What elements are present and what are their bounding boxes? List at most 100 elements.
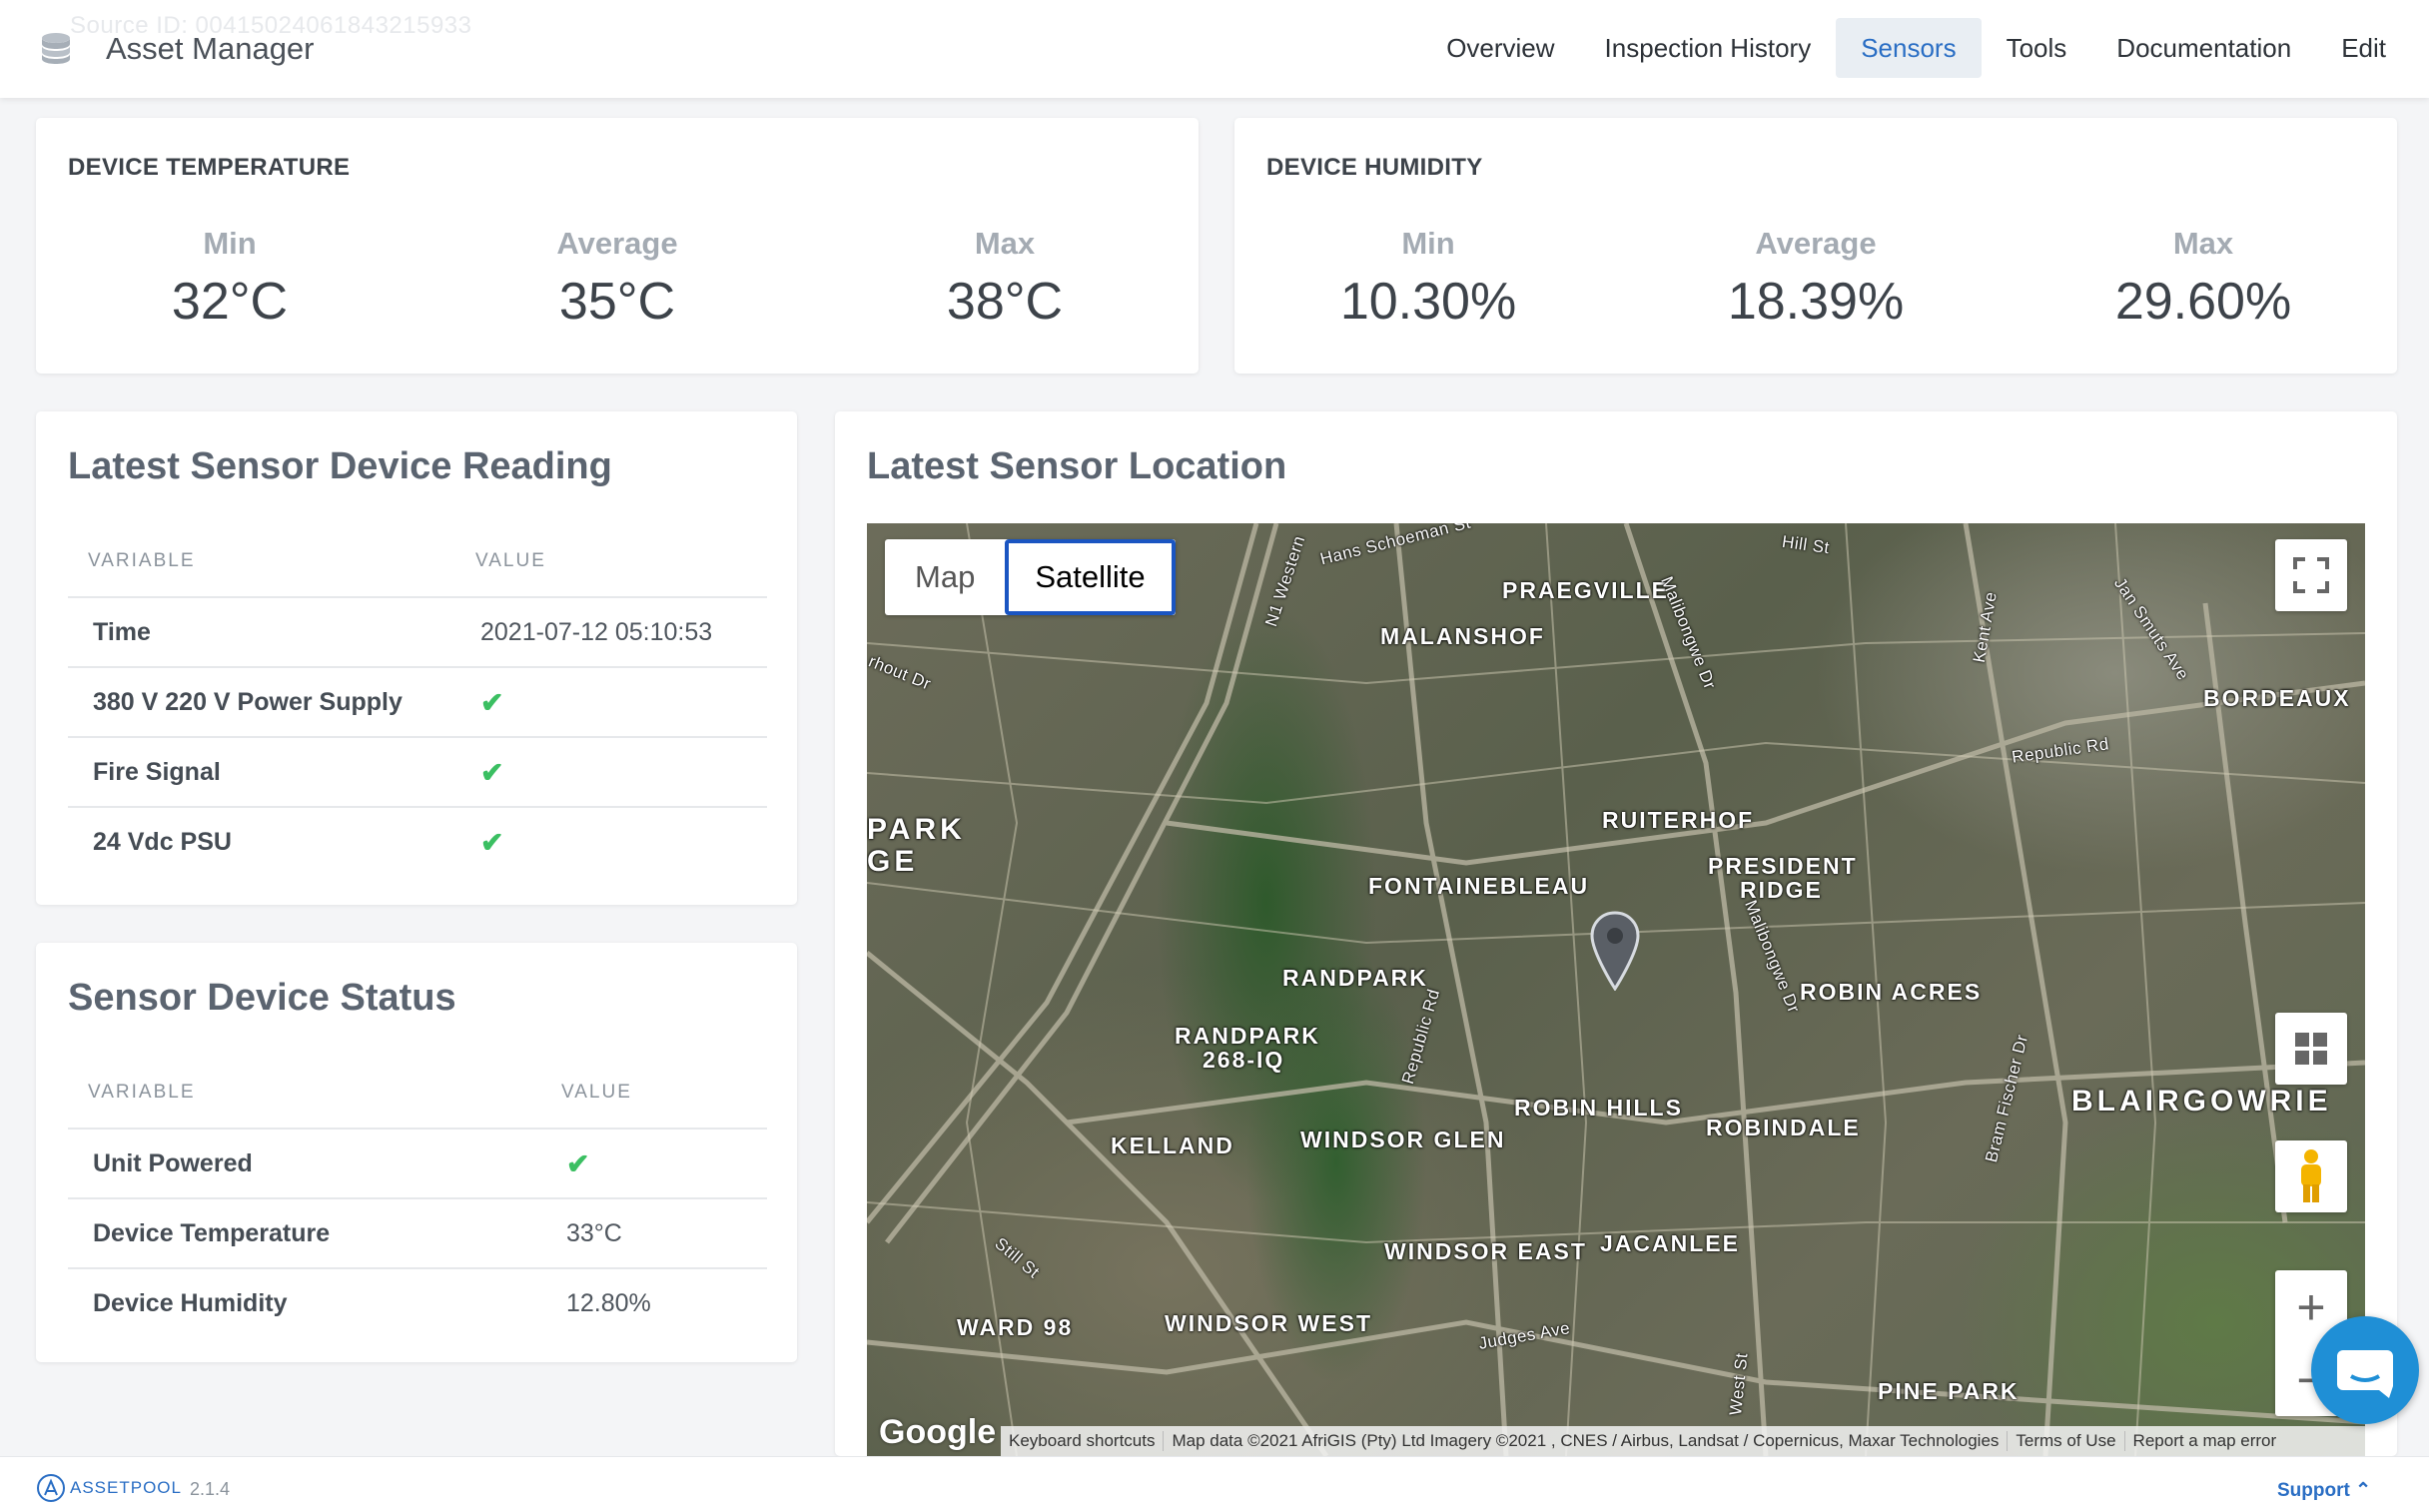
terms-of-use-link[interactable]: Terms of Use xyxy=(2008,1431,2125,1451)
variable-cell: Time xyxy=(68,597,455,668)
footer: ASSETPOOL 2.1.4 Support ⌃ xyxy=(0,1456,2429,1512)
stat-label: Min xyxy=(203,226,257,261)
map-label: KELLAND xyxy=(1111,1133,1234,1158)
stat-value: 29.60% xyxy=(2114,273,2292,331)
stat-value: 32°C xyxy=(171,273,289,331)
map-label: ROBIN ACRES xyxy=(1800,979,1983,1005)
nav-sensors[interactable]: Sensors xyxy=(1836,18,1982,78)
device-status-title: Sensor Device Status xyxy=(68,977,456,1019)
map-label: PINE PARK xyxy=(1878,1378,2020,1404)
humidity-title: DEVICE HUMIDITY xyxy=(1266,154,1483,181)
value-cell: 12.80% xyxy=(566,1289,651,1317)
stat-value: 35°C xyxy=(558,273,676,331)
table-header-row: VARIABLE VALUE xyxy=(68,525,767,598)
map-label: RANDPARK xyxy=(1175,1023,1320,1049)
stat-label: Min xyxy=(1401,226,1455,261)
keyboard-shortcuts-link[interactable]: Keyboard shortcuts xyxy=(1001,1431,1165,1451)
support-label: Support xyxy=(2276,1480,2350,1501)
map-label: PARK xyxy=(867,813,966,846)
table-row: Unit Powered ✔ xyxy=(68,1129,767,1199)
map-label: BORDEAUX xyxy=(2203,685,2351,711)
table-row: Time 2021-07-12 05:10:53 xyxy=(68,597,767,668)
table-header-row: VARIABLE VALUE xyxy=(68,1057,767,1130)
humidity-average: Average 18.39% xyxy=(1622,226,2010,332)
main-nav: Overview Inspection History Sensors Tool… xyxy=(1421,18,2411,78)
table-row: Device Temperature 33°C xyxy=(68,1198,767,1269)
map-label: RUITERHOF xyxy=(1602,807,1755,833)
device-temperature-card: DEVICE TEMPERATURE Min 32°C Average 35°C… xyxy=(36,118,1199,374)
satellite-map[interactable]: PRAEGVILLE MALANSHOF BORDEAUX RUITERHOF … xyxy=(867,523,2365,1456)
nav-tools[interactable]: Tools xyxy=(1982,18,2092,78)
fullscreen-button[interactable] xyxy=(2275,539,2347,611)
street-view-pegman-button[interactable] xyxy=(2275,1140,2347,1212)
nav-documentation[interactable]: Documentation xyxy=(2091,18,2316,78)
map-type-map-button[interactable]: Map xyxy=(885,539,1005,615)
nav-overview[interactable]: Overview xyxy=(1421,18,1579,78)
map-label: WINDSOR GLEN xyxy=(1300,1127,1506,1152)
check-icon: ✔ xyxy=(480,686,504,718)
variable-cell: 380 V 220 V Power Supply xyxy=(68,667,455,738)
google-logo: Google xyxy=(879,1413,997,1451)
column-header-variable: VARIABLE xyxy=(68,1057,541,1130)
sensor-location-title: Latest Sensor Location xyxy=(867,445,1287,487)
table-row: Device Humidity 12.80% xyxy=(68,1268,767,1338)
check-icon: ✔ xyxy=(480,827,504,858)
variable-cell: Unit Powered xyxy=(68,1129,541,1199)
stat-value: 18.39% xyxy=(1727,273,1905,331)
pegman-icon xyxy=(2301,1149,2321,1202)
map-label: ROBINDALE xyxy=(1706,1115,1861,1140)
temperature-title: DEVICE TEMPERATURE xyxy=(68,154,351,181)
variable-cell: Device Humidity xyxy=(93,1289,288,1317)
stat-label: Average xyxy=(1755,226,1877,261)
nav-edit[interactable]: Edit xyxy=(2316,18,2411,78)
map-label: RANDPARK xyxy=(1282,965,1428,991)
map-label: GE xyxy=(867,845,919,878)
map-label: WINDSOR EAST xyxy=(1384,1238,1587,1264)
temperature-max: Max 38°C xyxy=(811,226,1199,332)
humidity-max: Max 29.60% xyxy=(2010,226,2397,332)
table-row: Fire Signal ✔ xyxy=(68,737,767,808)
latest-reading-title: Latest Sensor Device Reading xyxy=(68,445,612,487)
stat-label: Max xyxy=(2172,226,2234,261)
device-status-card: Sensor Device Status VARIABLE VALUE Unit… xyxy=(36,943,797,1362)
variable-cell: 24 Vdc PSU xyxy=(93,828,232,856)
column-header-variable: VARIABLE xyxy=(68,525,455,598)
value-cell: 2021-07-12 05:10:53 xyxy=(455,597,767,668)
map-type-toggle: Map Satellite xyxy=(885,539,1176,615)
stat-value: 10.30% xyxy=(1339,273,1517,331)
variable-cell: Fire Signal xyxy=(68,737,455,808)
map-label: FONTAINEBLEAU xyxy=(1368,873,1590,899)
temperature-average: Average 35°C xyxy=(423,226,811,332)
report-map-error-link[interactable]: Report a map error xyxy=(2125,1431,2285,1451)
fullscreen-icon xyxy=(2293,557,2329,593)
latest-reading-card: Latest Sensor Device Reading VARIABLE VA… xyxy=(36,411,797,905)
temperature-min: Min 32°C xyxy=(36,226,423,332)
brand-name: ASSETPOOL xyxy=(70,1478,182,1497)
support-link[interactable]: Support ⌃ xyxy=(2277,1479,2371,1502)
map-label: MALANSHOF xyxy=(1380,623,1545,649)
map-label: JACANLEE xyxy=(1600,1230,1740,1256)
assetpool-brand[interactable]: ASSETPOOL xyxy=(36,1473,182,1503)
chat-bubble-icon xyxy=(2337,1350,2393,1398)
assetpool-logo-icon xyxy=(37,1474,65,1502)
map-label: PRESIDENT xyxy=(1708,853,1858,879)
device-humidity-card: DEVICE HUMIDITY Min 10.30% Average 18.39… xyxy=(1234,118,2397,374)
map-grid-button[interactable] xyxy=(2275,1013,2347,1085)
map-type-satellite-button[interactable]: Satellite xyxy=(1005,539,1176,615)
nav-inspection-history[interactable]: Inspection History xyxy=(1580,18,1837,78)
app-title[interactable]: Asset Manager xyxy=(106,31,315,67)
map-label: WINDSOR WEST xyxy=(1165,1310,1372,1336)
map-label: 268-IQ xyxy=(1203,1047,1285,1073)
top-bar: Source ID: 00415024061843215933 Asset Ma… xyxy=(0,0,2429,98)
check-icon: ✔ xyxy=(480,756,504,788)
stat-label: Average xyxy=(556,226,678,261)
stat-value: 38°C xyxy=(946,273,1064,331)
location-pin-icon[interactable] xyxy=(1590,911,1640,991)
database-logo-icon xyxy=(42,33,70,64)
column-header-value: VALUE xyxy=(541,1057,767,1130)
app-version: 2.1.4 xyxy=(190,1479,231,1499)
chat-support-button[interactable] xyxy=(2311,1316,2419,1424)
stat-label: Max xyxy=(974,226,1036,261)
map-label: PRAEGVILLE xyxy=(1502,577,1669,603)
map-label: ROBIN HILLS xyxy=(1514,1095,1683,1121)
